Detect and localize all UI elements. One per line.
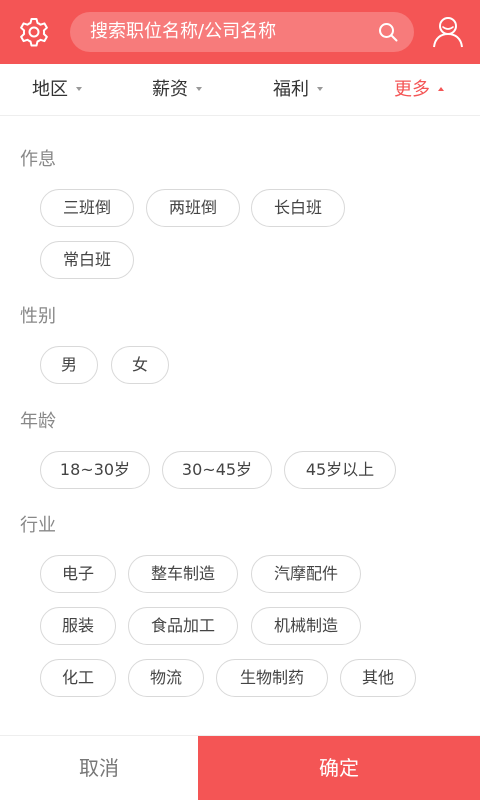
section-title-gender: 性别 [20,306,56,327]
chip-industry-6[interactable]: 化工 [40,659,116,697]
chevron-down-icon [76,87,82,91]
chip-age-1[interactable]: 30~45岁 [162,451,272,489]
chip-age-0[interactable]: 18~30岁 [40,451,150,489]
filter-bar: 地区 薪资 福利 更多 [0,64,480,116]
section-title-schedule: 作息 [20,149,56,170]
chip-schedule-0[interactable]: 三班倒 [40,189,134,227]
chip-industry-0[interactable]: 电子 [40,555,116,593]
chevron-down-icon [317,87,323,91]
search-bar[interactable]: 搜索职位名称/公司名称 [70,12,414,52]
chip-industry-5[interactable]: 机械制造 [251,607,361,645]
chip-gender-1[interactable]: 女 [111,346,169,384]
search-icon[interactable] [378,22,398,42]
filter-tab-region[interactable]: 地区 [32,64,82,116]
chevron-down-icon [196,87,202,91]
filter-tab-benefits[interactable]: 福利 [273,64,323,116]
section-title-age: 年龄 [20,411,56,432]
filter-tab-label: 薪资 [152,79,188,100]
chip-industry-8[interactable]: 生物制药 [216,659,328,697]
chip-industry-7[interactable]: 物流 [128,659,204,697]
filter-tab-label: 更多 [394,79,430,100]
search-input[interactable]: 搜索职位名称/公司名称 [90,12,276,52]
chip-schedule-3[interactable]: 常白班 [40,241,134,279]
filter-tab-label: 福利 [273,79,309,100]
filter-tab-more[interactable]: 更多 [394,64,444,116]
filter-tab-label: 地区 [32,79,68,100]
filter-tab-salary[interactable]: 薪资 [152,64,202,116]
gear-icon[interactable] [18,16,50,48]
chip-industry-9[interactable]: 其他 [340,659,416,697]
section-title-industry: 行业 [20,515,56,536]
chip-industry-4[interactable]: 食品加工 [128,607,238,645]
chip-schedule-1[interactable]: 两班倒 [146,189,240,227]
user-icon[interactable] [432,14,464,48]
chip-age-2[interactable]: 45岁以上 [284,451,396,489]
chip-industry-3[interactable]: 服装 [40,607,116,645]
filter-panel: 作息 三班倒 两班倒 长白班 常白班 性别 男 女 年龄 18~30岁 30~4… [0,117,480,735]
chevron-up-icon [438,87,444,91]
cancel-button[interactable]: 取消 [0,736,198,800]
top-bar: 搜索职位名称/公司名称 [0,0,480,64]
chip-schedule-2[interactable]: 长白班 [251,189,345,227]
action-bar: 取消 确定 [0,735,480,800]
chip-industry-2[interactable]: 汽摩配件 [251,555,361,593]
confirm-button[interactable]: 确定 [198,736,480,800]
chip-industry-1[interactable]: 整车制造 [128,555,238,593]
chip-gender-0[interactable]: 男 [40,346,98,384]
